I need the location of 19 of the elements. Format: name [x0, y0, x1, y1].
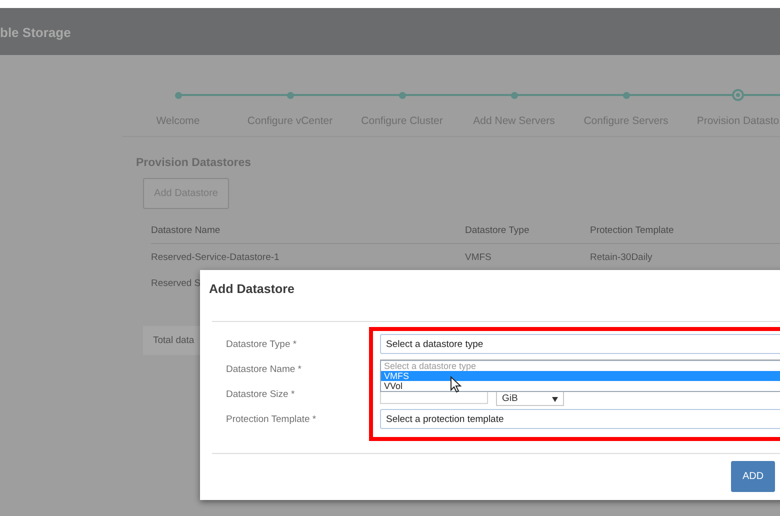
column-header: Protection Template: [590, 224, 675, 236]
field-label: Datastore Size *: [225, 388, 296, 400]
select-field[interactable]: Select a datastore type: [380, 334, 780, 354]
dropdown-option[interactable]: VMFS: [381, 371, 780, 381]
dialog-title: Add Datastore: [208, 281, 296, 296]
field-label: Protection Template *: [225, 414, 318, 424]
column-header: Datastore Name: [151, 224, 222, 236]
table-cell-text: VMFS: [465, 252, 492, 262]
table-cell-text: Reserved-Service-Datastore-1: [151, 252, 280, 262]
total-label: Total data: [153, 335, 194, 346]
column-header: Datastore Type: [465, 224, 530, 236]
table-cell-text: Retain-30Daily: [590, 252, 654, 262]
table-cell-text: Reserved S: [151, 278, 202, 288]
add-button[interactable]: ADD: [731, 461, 775, 492]
select-field[interactable]: Select a protection template: [380, 409, 780, 429]
app-title: ble Storage: [0, 25, 71, 40]
field-label: Datastore Name *: [225, 364, 303, 374]
field-label: Datastore Type *: [225, 338, 298, 350]
caret-icon: [552, 397, 558, 402]
